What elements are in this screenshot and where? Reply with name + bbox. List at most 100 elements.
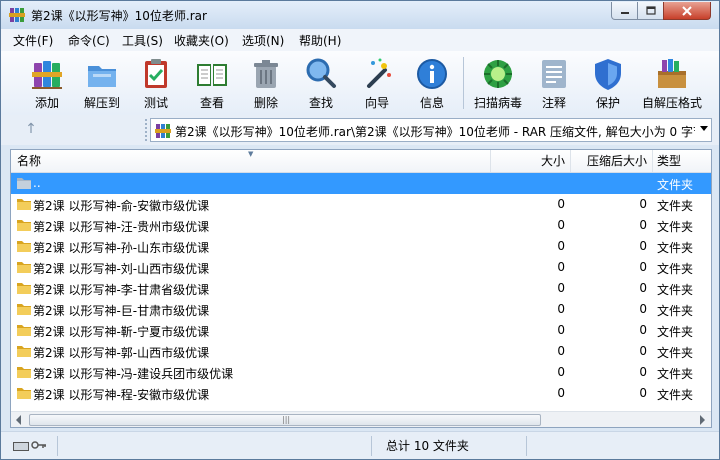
scan-virus-button[interactable]: 扫描病毒 bbox=[469, 51, 527, 113]
folder-icon bbox=[17, 346, 31, 357]
info-icon bbox=[417, 59, 447, 89]
horizontal-scrollbar[interactable]: ||| bbox=[11, 411, 711, 427]
row-name: 第2课 以形写神-李-甘肃省级优课 bbox=[33, 283, 210, 297]
row-size: 0 bbox=[557, 365, 565, 379]
protect-button[interactable]: 保护 bbox=[585, 51, 631, 113]
extract-to-label: 解压到 bbox=[83, 96, 120, 110]
up-arrow-icon[interactable]: ↑ bbox=[23, 121, 39, 137]
find-button[interactable]: 查找 bbox=[297, 51, 345, 113]
row-packed: 0 bbox=[639, 386, 647, 400]
minimize-icon bbox=[620, 11, 629, 14]
maximize-button[interactable] bbox=[637, 2, 664, 20]
row-type: 文件夹 bbox=[657, 262, 694, 276]
toolbar: 添加 解压到 测试 查看 删除 查找 向导 信息 扫描病毒 注释 保护 自解压格… bbox=[1, 51, 719, 115]
test-label: 测试 bbox=[143, 96, 168, 110]
close-button[interactable] bbox=[663, 2, 711, 20]
folder-icon bbox=[17, 199, 31, 210]
row-type: 文件夹 bbox=[657, 220, 694, 234]
scroll-left-icon[interactable] bbox=[16, 415, 21, 425]
row-name: .. bbox=[33, 176, 41, 190]
column-size[interactable]: 大小 bbox=[491, 150, 571, 172]
row-packed: 0 bbox=[639, 365, 647, 379]
winrar-app-icon[interactable] bbox=[9, 7, 25, 23]
wizard-label: 向导 bbox=[364, 96, 389, 110]
folder-icon bbox=[17, 388, 31, 399]
column-type-label: 类型 bbox=[657, 154, 682, 168]
scroll-right-icon[interactable] bbox=[700, 415, 705, 425]
row-type: 文件夹 bbox=[657, 346, 694, 360]
row-packed: 0 bbox=[639, 218, 647, 232]
table-row[interactable]: 第2课 以形写神-刘-山西市级优课 0 0 文件夹 bbox=[11, 257, 711, 278]
info-button[interactable]: 信息 bbox=[409, 51, 455, 113]
table-row[interactable]: 第2课 以形写神-程-安徽市级优课 0 0 文件夹 bbox=[11, 383, 711, 404]
menu-commands[interactable]: 命令(C) bbox=[68, 32, 110, 49]
folder-extract-icon bbox=[88, 66, 116, 87]
view-button[interactable]: 查看 bbox=[187, 51, 237, 113]
table-row[interactable]: 第2课 以形写神-汪-贵州市级优课 0 0 文件夹 bbox=[11, 215, 711, 236]
key-icon[interactable] bbox=[31, 440, 47, 450]
sfx-label: 自解压格式 bbox=[641, 96, 702, 110]
protect-label: 保护 bbox=[595, 96, 620, 110]
address-dropdown-icon[interactable] bbox=[700, 126, 708, 131]
row-size: 0 bbox=[557, 218, 565, 232]
row-packed: 0 bbox=[639, 239, 647, 253]
row-name: 第2课 以形写神-汪-贵州市级优课 bbox=[33, 220, 210, 234]
scrollbar-thumb[interactable]: ||| bbox=[29, 414, 541, 426]
folder-icon bbox=[17, 304, 31, 315]
comment-button[interactable]: 注释 bbox=[531, 51, 577, 113]
menu-help[interactable]: 帮助(H) bbox=[299, 32, 341, 49]
magnifier-icon bbox=[306, 58, 336, 88]
virus-scan-icon bbox=[484, 60, 512, 88]
toolbar-separator bbox=[463, 57, 464, 109]
address-bar[interactable]: 第2课《以形写神》10位老师.rar\第2课《以形写神》10位老师 - RAR … bbox=[150, 118, 712, 142]
open-book-icon bbox=[197, 64, 227, 86]
folder-icon bbox=[17, 325, 31, 336]
extract-to-button[interactable]: 解压到 bbox=[77, 51, 127, 113]
find-label: 查找 bbox=[308, 96, 333, 110]
folder-icon bbox=[17, 283, 31, 294]
delete-label: 删除 bbox=[253, 96, 278, 110]
row-packed: 0 bbox=[639, 260, 647, 274]
list-header: ▼ 名称 大小 压缩后大小 类型 bbox=[11, 150, 711, 173]
row-size: 0 bbox=[557, 197, 565, 211]
row-type: 文件夹 bbox=[657, 241, 694, 255]
drive-icon[interactable] bbox=[13, 442, 29, 451]
table-row[interactable]: 第2课 以形写神-巨-甘肃市级优课 0 0 文件夹 bbox=[11, 299, 711, 320]
menu-options[interactable]: 选项(N) bbox=[242, 32, 284, 49]
table-row[interactable]: 第2课 以形写神-冯-建设兵团市级优课 0 0 文件夹 bbox=[11, 362, 711, 383]
row-packed: 0 bbox=[639, 302, 647, 316]
minimize-button[interactable] bbox=[611, 2, 638, 20]
folder-icon bbox=[17, 367, 31, 378]
wizard-button[interactable]: 向导 bbox=[353, 51, 401, 113]
delete-button[interactable]: 删除 bbox=[243, 51, 289, 113]
row-name: 第2课 以形写神-刘-山西市级优课 bbox=[33, 262, 210, 276]
row-type: 文件夹 bbox=[657, 367, 694, 381]
column-name[interactable]: 名称 bbox=[11, 150, 491, 172]
sfx-box-icon bbox=[658, 59, 686, 88]
column-name-label: 名称 bbox=[17, 154, 42, 168]
row-type: 文件夹 bbox=[657, 199, 694, 213]
menu-favorites[interactable]: 收藏夹(O) bbox=[174, 32, 229, 49]
scrollbar-grip-icon: ||| bbox=[282, 415, 291, 424]
view-label: 查看 bbox=[199, 96, 224, 110]
table-row[interactable]: 第2课 以形写神-俞-安徽市级优课 0 0 文件夹 bbox=[11, 194, 711, 215]
trash-can-icon bbox=[254, 60, 278, 88]
test-button[interactable]: 测试 bbox=[133, 51, 179, 113]
table-row[interactable]: 第2课 以形写神-李-甘肃省级优课 0 0 文件夹 bbox=[11, 278, 711, 299]
table-row[interactable]: 第2课 以形写神-靳-宁夏市级优课 0 0 文件夹 bbox=[11, 320, 711, 341]
parent-folder-row[interactable]: .. 文件夹 bbox=[11, 173, 711, 194]
table-row[interactable]: 第2课 以形写神-郭-山西市级优课 0 0 文件夹 bbox=[11, 341, 711, 362]
column-type[interactable]: 类型 bbox=[653, 150, 711, 172]
shield-icon bbox=[595, 59, 621, 90]
add-button[interactable]: 添加 bbox=[23, 51, 71, 113]
row-packed: 0 bbox=[639, 344, 647, 358]
table-row[interactable]: 第2课 以形写神-孙-山东市级优课 0 0 文件夹 bbox=[11, 236, 711, 257]
row-size: 0 bbox=[557, 260, 565, 274]
status-separator bbox=[371, 436, 372, 456]
magic-wand-icon bbox=[367, 58, 391, 88]
column-packed[interactable]: 压缩后大小 bbox=[571, 150, 653, 172]
sfx-button[interactable]: 自解压格式 bbox=[639, 51, 705, 113]
maximize-icon bbox=[645, 6, 656, 15]
menu-file[interactable]: 文件(F) bbox=[13, 32, 53, 49]
menu-tools[interactable]: 工具(S) bbox=[122, 32, 163, 49]
